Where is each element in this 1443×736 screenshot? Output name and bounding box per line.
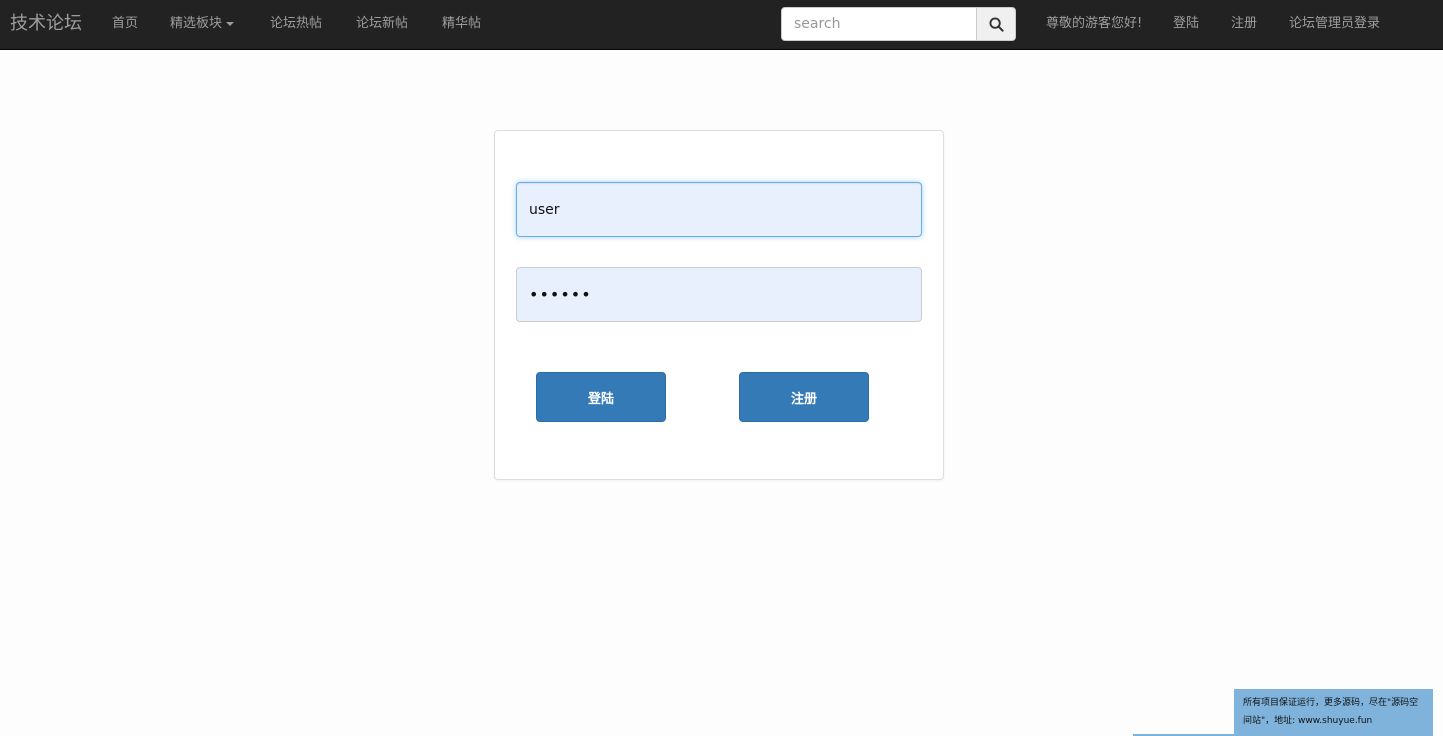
search-icon [988,16,1004,32]
nav-register[interactable]: 注册 [1231,15,1257,33]
nav-new-posts[interactable]: 论坛新帖 [356,15,408,33]
guest-greeting: 尊敬的游客您好! [1046,16,1143,31]
caret-down-icon [226,21,235,26]
search-button[interactable] [976,7,1016,41]
top-navbar: 技术论坛 首页 精选板块 论坛热帖 论坛新帖 精华帖 尊敬的游客您好! 登陆 注… [0,0,1443,50]
nav-featured-posts[interactable]: 精华帖 [442,15,481,33]
nav-home[interactable]: 首页 [112,15,138,33]
login-button[interactable]: 登陆 [536,372,666,422]
username-field[interactable]: user [516,182,922,237]
search-input[interactable] [781,7,977,41]
register-button[interactable]: 注册 [739,372,869,422]
source-notice-banner: 所有项目保证运行，更多源码，尽在"源码空间站"，地址: www.shuyue.f… [1234,689,1433,736]
nav-featured-boards-dropdown[interactable]: 精选板块 [170,15,235,33]
nav-login[interactable]: 登陆 [1173,15,1199,33]
nav-admin-login[interactable]: 论坛管理员登录 [1289,15,1380,33]
login-panel: user •••••• 登陆 注册 [494,130,944,480]
nav-featured-boards-label: 精选板块 [170,16,223,31]
site-brand[interactable]: 技术论坛 [10,12,82,36]
nav-hot-posts[interactable]: 论坛热帖 [270,15,322,33]
password-field[interactable]: •••••• [516,267,922,322]
